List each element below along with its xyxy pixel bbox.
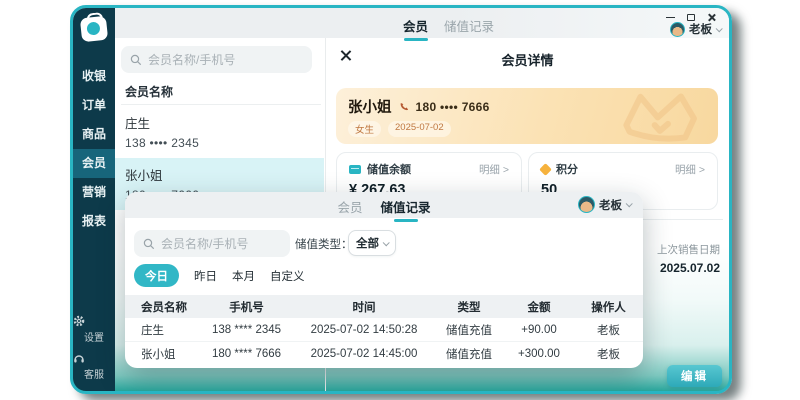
settings-button[interactable]: 设置 — [73, 315, 115, 346]
tag-gender: 女生 — [348, 121, 381, 137]
gear-icon — [73, 315, 115, 327]
sidebar-item-cashier[interactable]: 收银 — [73, 62, 115, 91]
chevron-down-icon — [383, 239, 390, 246]
maximize-icon[interactable] — [687, 14, 695, 21]
titlebar: 会员 储值记录 老板 — [115, 8, 729, 38]
sidebar-nav: 收银 订单 商品 会员 营销 报表 — [73, 62, 115, 236]
user-name: 老板 — [599, 197, 622, 213]
tag-date: 2025-07-02 — [388, 121, 451, 137]
member-card-name: 张小姐 — [348, 96, 392, 117]
user-menu[interactable]: 老板 — [670, 21, 721, 37]
sidebar-item-orders[interactable]: 订单 — [73, 91, 115, 120]
sidebar-item-reports[interactable]: 报表 — [73, 207, 115, 236]
sidebar-item-products[interactable]: 商品 — [73, 120, 115, 149]
user-name: 老板 — [689, 21, 712, 37]
edit-button[interactable]: 编辑 — [667, 365, 722, 387]
balance-detail-link[interactable]: 明细 > — [479, 162, 509, 177]
table-row[interactable]: 张小姐 180 **** 7666 2025-07-02 14:45:00 储值… — [125, 342, 643, 366]
app-logo-icon — [80, 16, 108, 43]
panel-tab-member[interactable]: 会员 — [337, 197, 362, 222]
panel-user-menu[interactable]: 老板 — [578, 196, 631, 213]
tab-member-label: 会员 — [403, 20, 428, 34]
chevron-down-icon — [716, 25, 723, 32]
balance-label: 储值余额 — [367, 161, 411, 177]
filter-custom[interactable]: 自定义 — [270, 268, 305, 284]
gem-icon — [539, 163, 552, 176]
search-placeholder: 会员名称/手机号 — [148, 51, 235, 68]
app-window: 会员 储值记录 老板 收银 — [70, 5, 732, 394]
tab-records-label: 储值记录 — [444, 20, 494, 34]
list-header: 会员名称 — [121, 80, 321, 105]
list-item-member-1[interactable]: 庄生 138 •••• 2345 — [115, 106, 324, 158]
records-panel-tabs: 会员 储值记录 — [125, 197, 643, 222]
phone-icon — [399, 102, 409, 112]
sidebar-bottom: 设置 客服 — [73, 308, 115, 383]
records-search-input[interactable]: 会员名称/手机号 — [134, 230, 290, 257]
points-detail-link[interactable]: 明细 > — [675, 162, 705, 177]
sidebar-item-members[interactable]: 会员 — [73, 149, 115, 178]
filter-this-month[interactable]: 本月 — [232, 268, 255, 284]
records-panel-header: 会员 储值记录 老板 — [125, 192, 643, 218]
screen: 会员 储值记录 老板 收银 — [0, 0, 800, 400]
member-phone: 138 •••• 2345 — [125, 136, 314, 150]
sidebar: 收银 订单 商品 会员 营销 报表 设置 客服 — [73, 8, 115, 391]
member-card: 张小姐 180 •••• 7666 女生 2025-07-02 这个客户很神秘，… — [336, 88, 718, 144]
details-title: 会员详情 — [326, 50, 729, 69]
member-note: 这个客户很神秘，备注还没什么好写的。 — [348, 142, 706, 144]
table-row[interactable]: 庄生 138 **** 2345 2025-07-02 14:50:28 储值充… — [125, 318, 643, 342]
panel-tab-records[interactable]: 储值记录 — [381, 197, 431, 222]
filter-yesterday[interactable]: 昨日 — [194, 268, 217, 284]
type-filter-value: 全部 — [356, 235, 379, 251]
table-header-row: 会员名称 手机号 时间 类型 金额 操作人 — [125, 295, 643, 318]
avatar — [578, 196, 595, 213]
support-button[interactable]: 客服 — [73, 353, 115, 383]
minimize-icon[interactable] — [666, 17, 675, 18]
active-tab-underline — [394, 219, 418, 222]
wallet-icon — [349, 165, 361, 174]
last-sale-date: 2025.07.02 — [657, 261, 720, 275]
member-search-input[interactable]: 会员名称/手机号 — [121, 46, 312, 73]
stored-value-records-panel: 会员 储值记录 老板 会员名称/手机 — [125, 192, 643, 368]
avatar — [670, 22, 685, 37]
sidebar-item-marketing[interactable]: 营销 — [73, 178, 115, 207]
last-sale-label: 上次销售日期 — [657, 242, 720, 257]
type-filter-label: 储值类型： — [295, 236, 353, 252]
search-icon — [130, 54, 142, 66]
member-name: 张小姐 — [125, 165, 314, 184]
date-filters: 今日 昨日 本月 自定义 — [134, 264, 305, 287]
member-name: 庄生 — [125, 113, 314, 132]
last-sale-info: 上次销售日期 2025.07.02 — [657, 242, 720, 275]
points-label: 积分 — [556, 161, 578, 177]
records-table: 会员名称 手机号 时间 类型 金额 操作人 庄生 138 **** 2345 2… — [125, 295, 643, 368]
search-icon — [143, 238, 155, 250]
headset-icon — [73, 353, 115, 364]
search-placeholder: 会员名称/手机号 — [161, 235, 248, 252]
filter-today[interactable]: 今日 — [134, 264, 179, 287]
crown-watermark-icon — [620, 90, 704, 142]
member-card-phone: 180 •••• 7666 — [416, 100, 490, 114]
type-filter-select[interactable]: 全部 — [348, 230, 396, 256]
